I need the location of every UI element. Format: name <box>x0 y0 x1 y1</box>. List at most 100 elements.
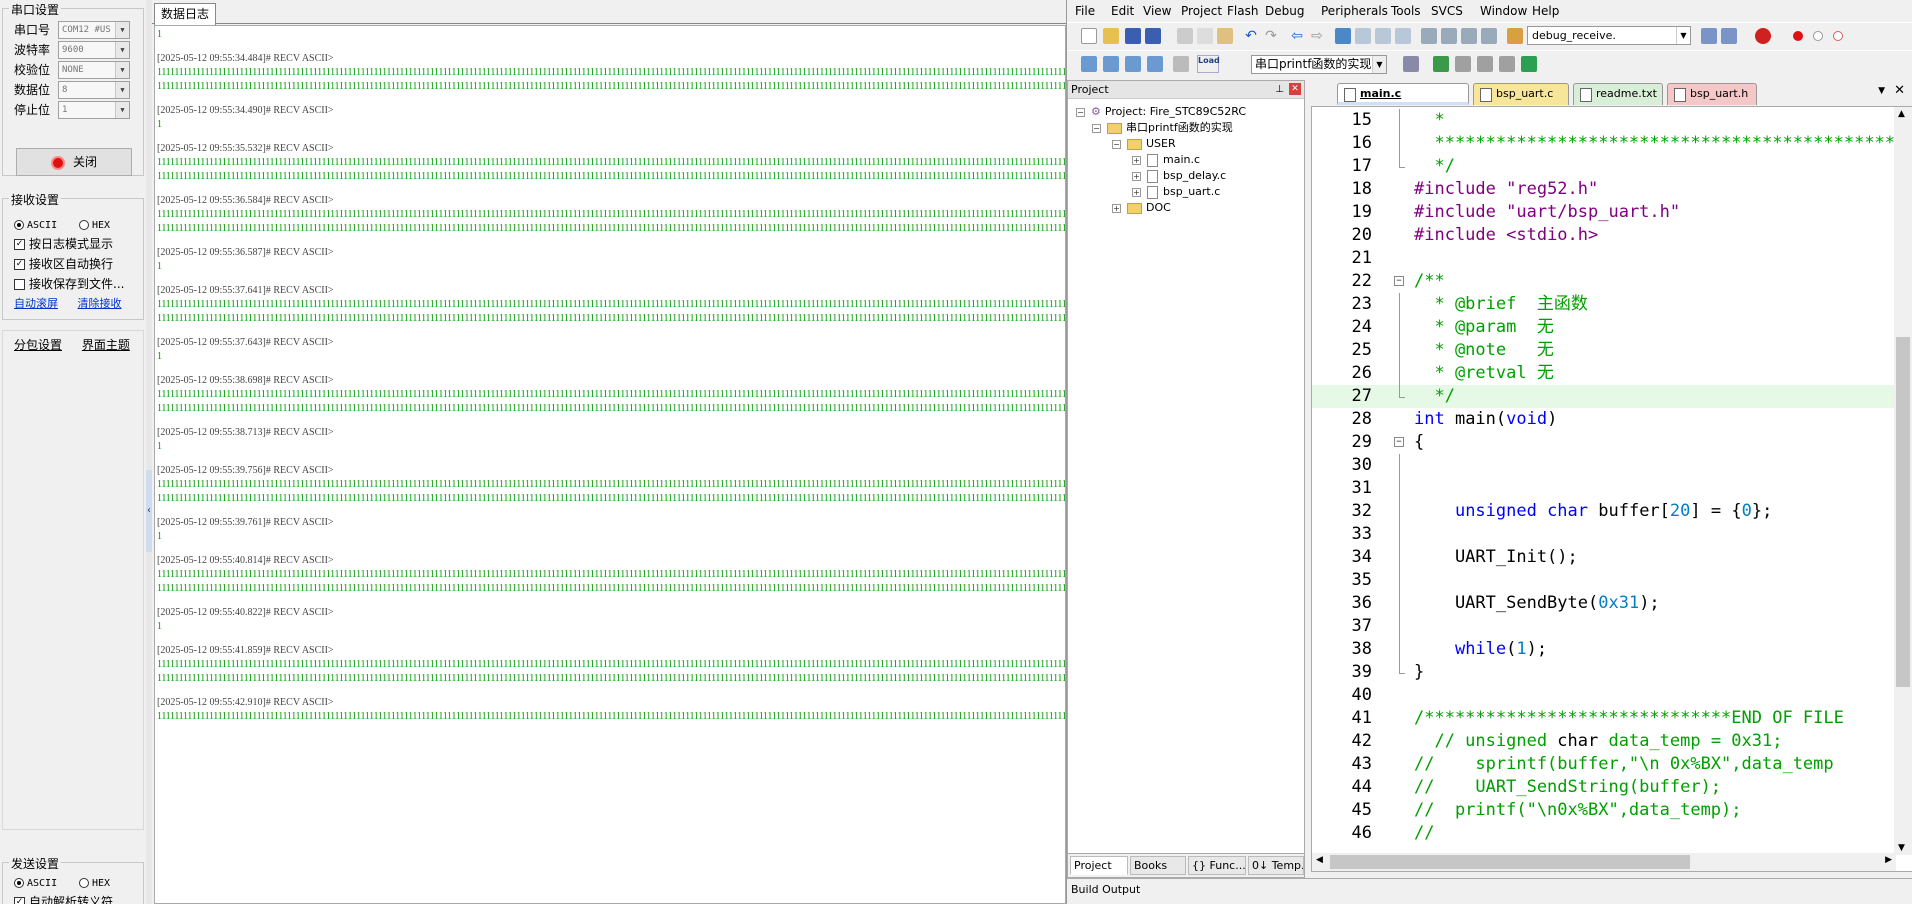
tree-item[interactable]: + bsp_uart.c <box>1132 184 1220 200</box>
nav-forward-icon[interactable]: ⇨ <box>1309 28 1325 44</box>
tab-data-log[interactable]: 数据日志 <box>154 3 217 25</box>
indent-icon[interactable] <box>1421 28 1437 44</box>
options-for-target-icon[interactable] <box>1403 56 1419 72</box>
serial-field-combo[interactable]: 9600 ▼ <box>58 41 130 59</box>
pack-installer-icon[interactable] <box>1499 56 1515 72</box>
scroll-thumb[interactable] <box>1330 855 1690 869</box>
tree-item[interactable]: + DOC <box>1112 200 1171 216</box>
collapse-icon[interactable]: − <box>1076 107 1085 117</box>
menu-edit[interactable]: Edit <box>1111 4 1134 18</box>
project-tab[interactable]: Books <box>1130 856 1186 875</box>
escape-checkbox[interactable]: ✓ 自动解析转义符 <box>14 892 113 904</box>
undo-icon[interactable]: ↶ <box>1243 28 1259 44</box>
project-tab[interactable]: 0↓ Temp... <box>1248 856 1304 875</box>
pin-icon[interactable]: ⊥ <box>1275 81 1284 98</box>
receive-hex-radio[interactable]: HEX <box>78 217 110 231</box>
prev-bookmark-icon[interactable] <box>1355 28 1371 44</box>
debug-session-icon[interactable] <box>1755 28 1771 44</box>
menu-project[interactable]: Project <box>1181 4 1222 18</box>
project-target-combo[interactable]: 串口printf函数的实现 ▼ <box>1251 55 1387 74</box>
send-ascii-radio[interactable]: ASCII <box>14 875 57 889</box>
collapse-icon[interactable]: − <box>1092 123 1101 133</box>
clear-bookmarks-icon[interactable] <box>1395 28 1411 44</box>
tree-item[interactable]: + bsp_delay.c <box>1132 168 1226 184</box>
collapse-arrow-icon[interactable]: ‹ <box>146 470 152 552</box>
scroll-down-icon[interactable]: ▼ <box>1898 843 1905 853</box>
kill-breakpoints-icon[interactable] <box>1833 31 1843 41</box>
scroll-right-icon[interactable]: ▶ <box>1885 855 1892 865</box>
editor-tab-readme-txt[interactable]: readme.txt <box>1573 83 1663 105</box>
menu-tools[interactable]: Tools <box>1391 4 1421 18</box>
fold-toggle-icon[interactable]: − <box>1394 437 1404 447</box>
scroll-thumb[interactable] <box>1896 337 1910 687</box>
disable-breakpoint-icon[interactable] <box>1813 31 1823 41</box>
save-icon[interactable] <box>1125 28 1141 44</box>
manage-components-icon[interactable] <box>1477 56 1493 72</box>
tree-item[interactable]: − 串口printf函数的实现 <box>1092 120 1233 136</box>
menu-window[interactable]: Window <box>1480 4 1527 18</box>
project-tab[interactable]: {} Func... <box>1188 856 1246 875</box>
receive-ascii-radio[interactable]: ASCII <box>14 217 57 231</box>
unindent-icon[interactable] <box>1441 28 1457 44</box>
open-file-icon[interactable] <box>1103 28 1119 44</box>
clear-receive-link[interactable]: 清除接收 <box>78 297 122 310</box>
save-file-checkbox[interactable]: 接收保存到文件... <box>14 274 124 294</box>
editor-tab-bsp_uart-c[interactable]: bsp_uart.c <box>1473 83 1569 105</box>
serial-field-combo[interactable]: 1 ▼ <box>58 101 130 119</box>
project-tab[interactable]: Project <box>1070 856 1128 875</box>
editor-tab-main-c[interactable]: main.c <box>1337 83 1469 105</box>
rebuild-icon[interactable] <box>1125 56 1141 72</box>
stop-build-icon[interactable] <box>1173 56 1189 72</box>
bookmark-icon[interactable] <box>1335 28 1351 44</box>
select-packs-icon[interactable] <box>1455 56 1471 72</box>
redo-icon[interactable]: ↷ <box>1263 28 1279 44</box>
breakpoint-icon[interactable] <box>1793 31 1803 41</box>
serial-field-combo[interactable]: COM12 #US ▼ <box>58 21 130 39</box>
tree-item[interactable]: − USER <box>1112 136 1176 152</box>
serial-field-combo[interactable]: 8 ▼ <box>58 81 130 99</box>
close-port-button[interactable]: 关闭 <box>16 148 132 176</box>
menu-svcs[interactable]: SVCS <box>1431 4 1463 18</box>
menu-help[interactable]: Help <box>1532 4 1559 18</box>
collapse-icon[interactable]: + <box>1132 187 1141 197</box>
packet-settings-tab[interactable]: 分包设置 <box>14 338 62 352</box>
cut-icon[interactable] <box>1177 28 1193 44</box>
new-file-icon[interactable] <box>1081 28 1097 44</box>
find-icon[interactable] <box>1721 28 1737 44</box>
menu-peripherals[interactable]: Peripherals <box>1321 4 1388 18</box>
tab-list-icon[interactable]: ▼ <box>1878 86 1885 96</box>
copy-icon[interactable] <box>1197 28 1213 44</box>
autoscroll-link[interactable]: 自动滚屏 <box>14 297 58 310</box>
tree-item[interactable]: + main.c <box>1132 152 1200 168</box>
code-editor[interactable]: 15 * 16 *********************************… <box>1311 106 1912 872</box>
horizontal-scrollbar[interactable]: ◀ ▶ <box>1312 853 1896 871</box>
fold-toggle-icon[interactable]: − <box>1394 276 1404 286</box>
manage-project-icon[interactable] <box>1433 56 1449 72</box>
target-combo[interactable]: debug_receive. ▼ <box>1527 26 1691 45</box>
collapse-icon[interactable]: − <box>1112 139 1121 149</box>
build-icon[interactable] <box>1103 56 1119 72</box>
build-output-pane[interactable]: Build Output <box>1067 878 1912 904</box>
vertical-scrollbar[interactable]: ▲ ▼ <box>1894 107 1912 855</box>
menu-view[interactable]: View <box>1143 4 1171 18</box>
close-editor-icon[interactable]: ✕ <box>1894 83 1905 98</box>
find-in-files-icon[interactable] <box>1507 28 1523 44</box>
menu-file[interactable]: File <box>1075 4 1095 18</box>
load-icon[interactable]: Load <box>1197 55 1220 73</box>
log-mode-checkbox[interactable]: ✓ 按日志模式显示 <box>14 234 113 254</box>
close-icon[interactable]: ✕ <box>1289 83 1301 95</box>
editor-tab-bsp_uart-h[interactable]: bsp_uart.h <box>1667 83 1757 105</box>
theme-tab[interactable]: 界面主题 <box>82 338 130 352</box>
autowrap-checkbox[interactable]: ✓ 接收区自动换行 <box>14 254 113 274</box>
translate-icon[interactable] <box>1081 56 1097 72</box>
menu-debug[interactable]: Debug <box>1265 4 1304 18</box>
incremental-find-icon[interactable] <box>1701 28 1717 44</box>
uncomment-icon[interactable] <box>1481 28 1497 44</box>
collapse-icon[interactable]: + <box>1132 171 1141 181</box>
nav-back-icon[interactable]: ⇦ <box>1289 28 1305 44</box>
rte-icon[interactable] <box>1521 56 1537 72</box>
tree-item[interactable]: − ⚙ Project: Fire_STC89C52RC <box>1076 104 1246 120</box>
scroll-left-icon[interactable]: ◀ <box>1316 855 1323 865</box>
paste-icon[interactable] <box>1217 28 1233 44</box>
expand-icon[interactable]: + <box>1112 203 1121 213</box>
